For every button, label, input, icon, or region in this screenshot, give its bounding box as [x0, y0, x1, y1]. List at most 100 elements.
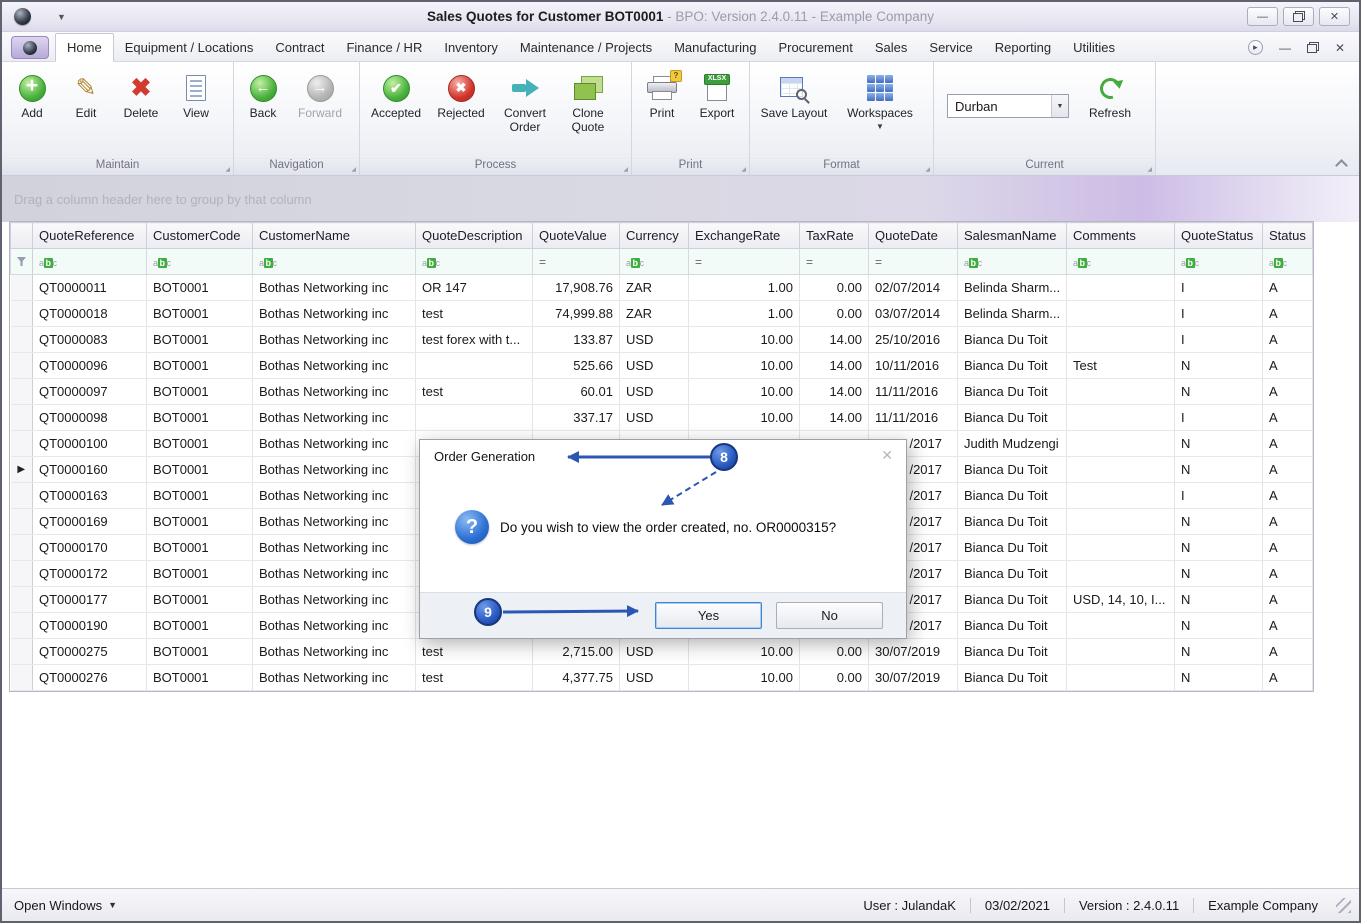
cell-quotevalue[interactable]: 4,377.75 — [532, 664, 620, 691]
cell-customercode[interactable]: BOT0001 — [146, 352, 253, 379]
cell-quotestatus[interactable]: N — [1174, 456, 1263, 483]
cell-currency[interactable]: USD — [619, 404, 689, 431]
cell-exchangerate[interactable]: 10.00 — [688, 378, 800, 405]
cell-customercode[interactable]: BOT0001 — [146, 274, 253, 301]
accepted-button[interactable]: Accepted — [363, 67, 429, 121]
cell-quotedate[interactable]: 11/11/2016 — [868, 378, 958, 405]
cell-customername[interactable]: Bothas Networking inc — [252, 534, 416, 561]
cell-comments[interactable] — [1066, 482, 1175, 509]
column-header-salesmanname[interactable]: SalesmanName — [957, 222, 1067, 249]
cell-quotestatus[interactable]: I — [1174, 326, 1263, 353]
yes-button[interactable]: Yes — [655, 602, 762, 629]
cell-quotereference[interactable]: QT0000276 — [32, 664, 147, 691]
cell-salesmanname[interactable]: Judith Mudzengi — [957, 430, 1067, 457]
cell-salesmanname[interactable]: Belinda Sharm... — [957, 274, 1067, 301]
cell-comments[interactable] — [1066, 560, 1175, 587]
cell-comments[interactable] — [1066, 638, 1175, 665]
cell-taxrate[interactable]: 0.00 — [799, 274, 869, 301]
forward-button[interactable]: Forward — [289, 67, 351, 121]
cell-customercode[interactable]: BOT0001 — [146, 612, 253, 639]
filter-cell-customercode[interactable]: abc — [146, 248, 253, 275]
export-button[interactable]: Export — [689, 67, 745, 121]
cell-quotestatus[interactable]: N — [1174, 612, 1263, 639]
cell-customercode[interactable]: BOT0001 — [146, 664, 253, 691]
delete-button[interactable]: ✖ Delete — [113, 67, 169, 121]
cell-comments[interactable] — [1066, 404, 1175, 431]
tab-utilities[interactable]: Utilities — [1062, 34, 1126, 61]
cell-quotestatus[interactable]: N — [1174, 560, 1263, 587]
cell-status[interactable]: A — [1262, 508, 1313, 535]
column-header-comments[interactable]: Comments — [1066, 222, 1175, 249]
cell-quotedate[interactable]: 02/07/2014 — [868, 274, 958, 301]
cell-taxrate[interactable]: 14.00 — [799, 378, 869, 405]
cell-quotevalue[interactable]: 133.87 — [532, 326, 620, 353]
cell-quotereference[interactable]: QT0000100 — [32, 430, 147, 457]
cell-quotedate[interactable]: 10/11/2016 — [868, 352, 958, 379]
column-header-customercode[interactable]: CustomerCode — [146, 222, 253, 249]
group-label-format[interactable]: Format — [750, 158, 933, 175]
clone-quote-button[interactable]: Clone Quote — [557, 67, 619, 135]
column-header-quotedescription[interactable]: QuoteDescription — [415, 222, 533, 249]
cell-comments[interactable] — [1066, 274, 1175, 301]
cell-customername[interactable]: Bothas Networking inc — [252, 560, 416, 587]
workspaces-button[interactable]: Workspaces ▼ — [835, 67, 925, 131]
cell-quotedate[interactable]: 30/07/2019 — [868, 664, 958, 691]
cell-status[interactable]: A — [1262, 456, 1313, 483]
cell-status[interactable]: A — [1262, 560, 1313, 587]
cell-customername[interactable]: Bothas Networking inc — [252, 508, 416, 535]
cell-quotedescription[interactable] — [415, 404, 533, 431]
cell-quotedescription[interactable]: test forex with t... — [415, 326, 533, 353]
table-row[interactable]: QT0000276 BOT0001 Bothas Networking inc tes… — [10, 664, 1313, 691]
cell-quotevalue[interactable]: 337.17 — [532, 404, 620, 431]
cell-quotereference[interactable]: QT0000177 — [32, 586, 147, 613]
cell-salesmanname[interactable]: Bianca Du Toit — [957, 456, 1067, 483]
cell-quotestatus[interactable]: N — [1174, 534, 1263, 561]
tab-maintenance-projects[interactable]: Maintenance / Projects — [509, 34, 663, 61]
filter-cell-status[interactable]: abc — [1262, 248, 1313, 275]
cell-quotereference[interactable]: QT0000172 — [32, 560, 147, 587]
filter-cell-quotedescription[interactable]: abc — [415, 248, 533, 275]
table-row[interactable]: QT0000011 BOT0001 Bothas Networking inc OR … — [10, 274, 1313, 301]
column-header-status[interactable]: Status — [1262, 222, 1313, 249]
cell-currency[interactable]: ZAR — [619, 274, 689, 301]
filter-cell-customername[interactable]: abc — [252, 248, 416, 275]
tab-inventory[interactable]: Inventory — [433, 34, 508, 61]
cell-quotedescription[interactable]: OR 147 — [415, 274, 533, 301]
add-button[interactable]: Add — [5, 67, 59, 121]
column-header-quotedate[interactable]: QuoteDate — [868, 222, 958, 249]
cell-customername[interactable]: Bothas Networking inc — [252, 378, 416, 405]
cell-customername[interactable]: Bothas Networking inc — [252, 352, 416, 379]
cell-quotevalue[interactable]: 74,999.88 — [532, 300, 620, 327]
mdi-restore-button[interactable] — [1306, 42, 1319, 53]
group-label-maintain[interactable]: Maintain — [2, 158, 233, 175]
cell-customercode[interactable]: BOT0001 — [146, 456, 253, 483]
cell-salesmanname[interactable]: Bianca Du Toit — [957, 378, 1067, 405]
tab-manufacturing[interactable]: Manufacturing — [663, 34, 767, 61]
cell-taxrate[interactable]: 0.00 — [799, 300, 869, 327]
cell-customercode[interactable]: BOT0001 — [146, 300, 253, 327]
cell-quotedescription[interactable]: test — [415, 664, 533, 691]
cell-quotereference[interactable]: QT0000096 — [32, 352, 147, 379]
cell-taxrate[interactable]: 0.00 — [799, 664, 869, 691]
cell-quotedescription[interactable]: test — [415, 638, 533, 665]
filter-cell-quotereference[interactable]: abc — [32, 248, 147, 275]
cell-salesmanname[interactable]: Bianca Du Toit — [957, 534, 1067, 561]
group-by-panel[interactable]: Drag a column header here to group by th… — [2, 176, 1359, 222]
cell-salesmanname[interactable]: Bianca Du Toit — [957, 326, 1067, 353]
cell-quotestatus[interactable]: N — [1174, 664, 1263, 691]
cell-quotedescription[interactable]: test — [415, 300, 533, 327]
convert-order-button[interactable]: Convert Order — [493, 67, 557, 135]
print-button[interactable]: Print — [635, 67, 689, 121]
tab-sales[interactable]: Sales — [864, 34, 919, 61]
cell-quotevalue[interactable]: 60.01 — [532, 378, 620, 405]
cell-customername[interactable]: Bothas Networking inc — [252, 430, 416, 457]
cell-comments[interactable] — [1066, 300, 1175, 327]
cell-quotestatus[interactable]: I — [1174, 404, 1263, 431]
table-row[interactable]: QT0000275 BOT0001 Bothas Networking inc tes… — [10, 638, 1313, 665]
cell-quotereference[interactable]: QT0000163 — [32, 482, 147, 509]
cell-quotestatus[interactable]: N — [1174, 586, 1263, 613]
tab-reporting[interactable]: Reporting — [984, 34, 1062, 61]
cell-status[interactable]: A — [1262, 664, 1313, 691]
cell-taxrate[interactable]: 14.00 — [799, 404, 869, 431]
minimize-button[interactable]: — — [1247, 7, 1278, 26]
